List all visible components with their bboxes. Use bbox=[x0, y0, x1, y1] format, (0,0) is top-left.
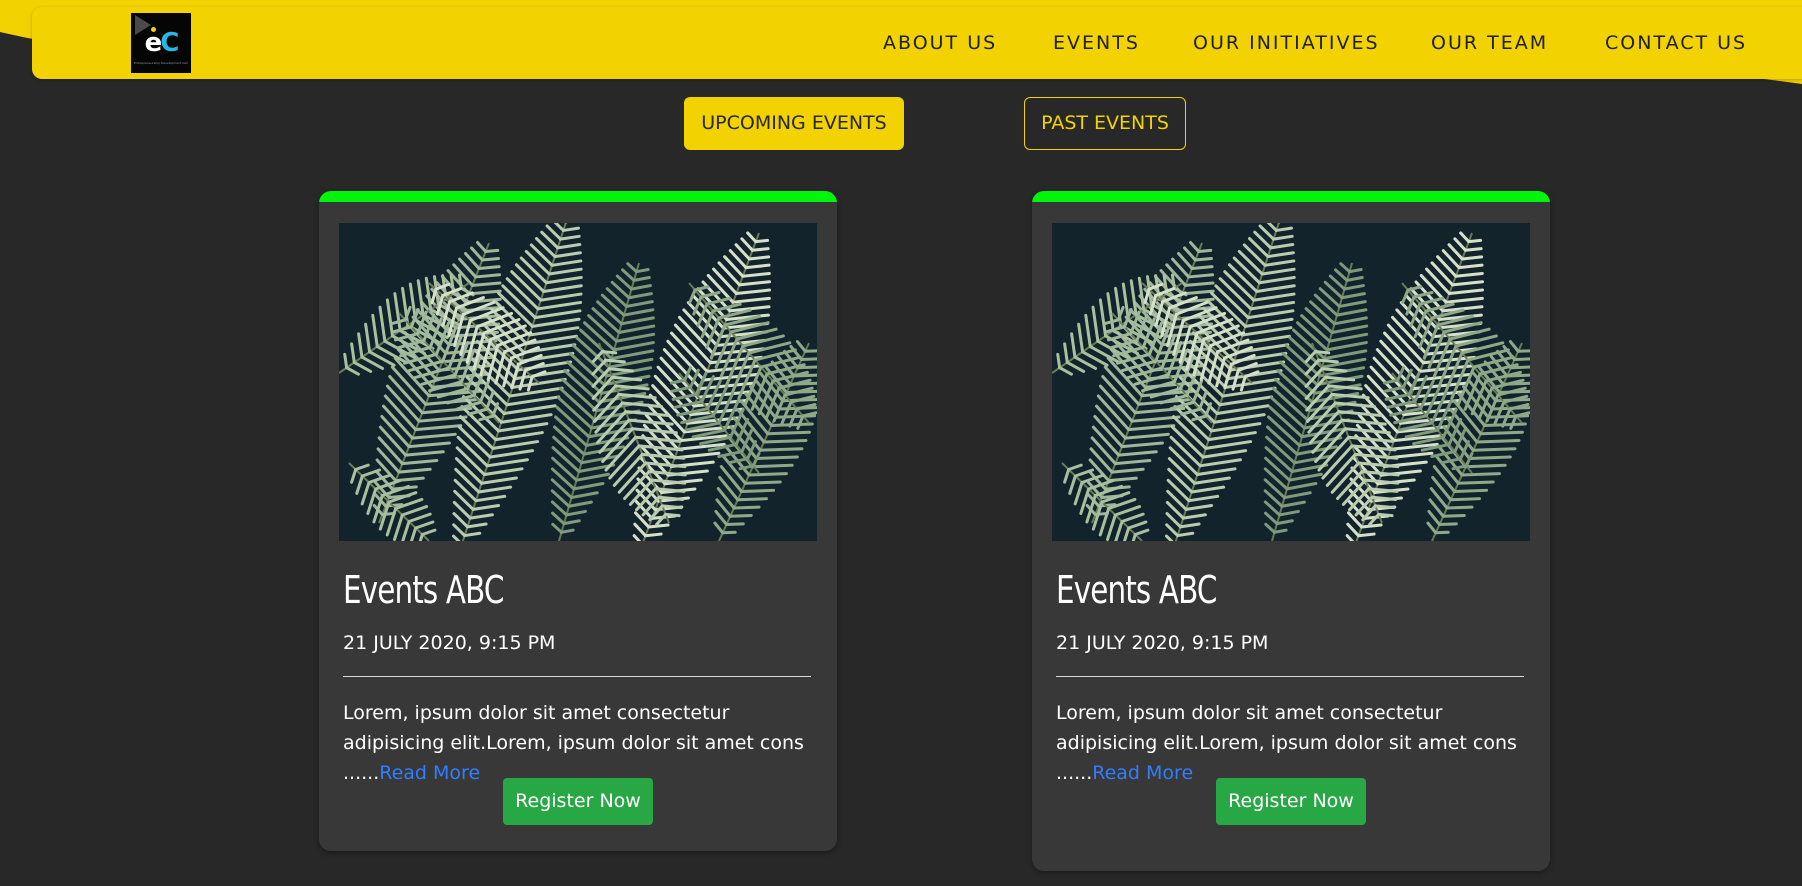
read-more-link[interactable]: Read More bbox=[1092, 762, 1193, 784]
event-description: Lorem, ipsum dolor sit amet consectetur … bbox=[343, 698, 823, 788]
event-card: Events ABC 21 JULY 2020, 9:15 PM Lorem, … bbox=[319, 191, 837, 851]
edc-logo[interactable]: eC Entrepreneurship Development Cell bbox=[131, 13, 191, 73]
event-title: Events ABC bbox=[1056, 568, 1217, 612]
card-divider bbox=[1056, 676, 1524, 677]
card-divider bbox=[343, 676, 811, 677]
nav-our-team[interactable]: OUR TEAM bbox=[1431, 31, 1548, 55]
logo-tagline: Entrepreneurship Development Cell bbox=[134, 61, 188, 65]
event-date: 21 JULY 2020, 9:15 PM bbox=[1056, 632, 1269, 654]
register-now-button[interactable]: Register Now bbox=[503, 778, 653, 825]
event-image bbox=[1052, 223, 1530, 541]
event-title: Events ABC bbox=[343, 568, 504, 612]
logo-mark: eC bbox=[135, 29, 187, 57]
nav-events[interactable]: EVENTS bbox=[1053, 31, 1140, 55]
logo-mark-right: C bbox=[160, 28, 179, 58]
register-now-button[interactable]: Register Now bbox=[1216, 778, 1366, 825]
page: eC Entrepreneurship Development Cell ABO… bbox=[0, 0, 1802, 886]
upcoming-events-button[interactable]: UPCOMING EVENTS bbox=[684, 97, 904, 150]
read-more-link[interactable]: Read More bbox=[379, 762, 480, 784]
past-events-button[interactable]: PAST EVENTS bbox=[1024, 97, 1186, 150]
event-date: 21 JULY 2020, 9:15 PM bbox=[343, 632, 556, 654]
card-accent-bar bbox=[1032, 191, 1550, 202]
card-accent-bar bbox=[319, 191, 837, 202]
event-description: Lorem, ipsum dolor sit amet consectetur … bbox=[1056, 698, 1536, 788]
event-card: Events ABC 21 JULY 2020, 9:15 PM Lorem, … bbox=[1032, 191, 1550, 871]
nav-contact-us[interactable]: CONTACT US bbox=[1605, 31, 1747, 55]
event-image bbox=[339, 223, 817, 541]
nav-about-us[interactable]: ABOUT US bbox=[883, 31, 997, 55]
logo-mark-left: e bbox=[144, 28, 163, 58]
nav-our-initiatives[interactable]: OUR INITIATIVES bbox=[1193, 31, 1380, 55]
